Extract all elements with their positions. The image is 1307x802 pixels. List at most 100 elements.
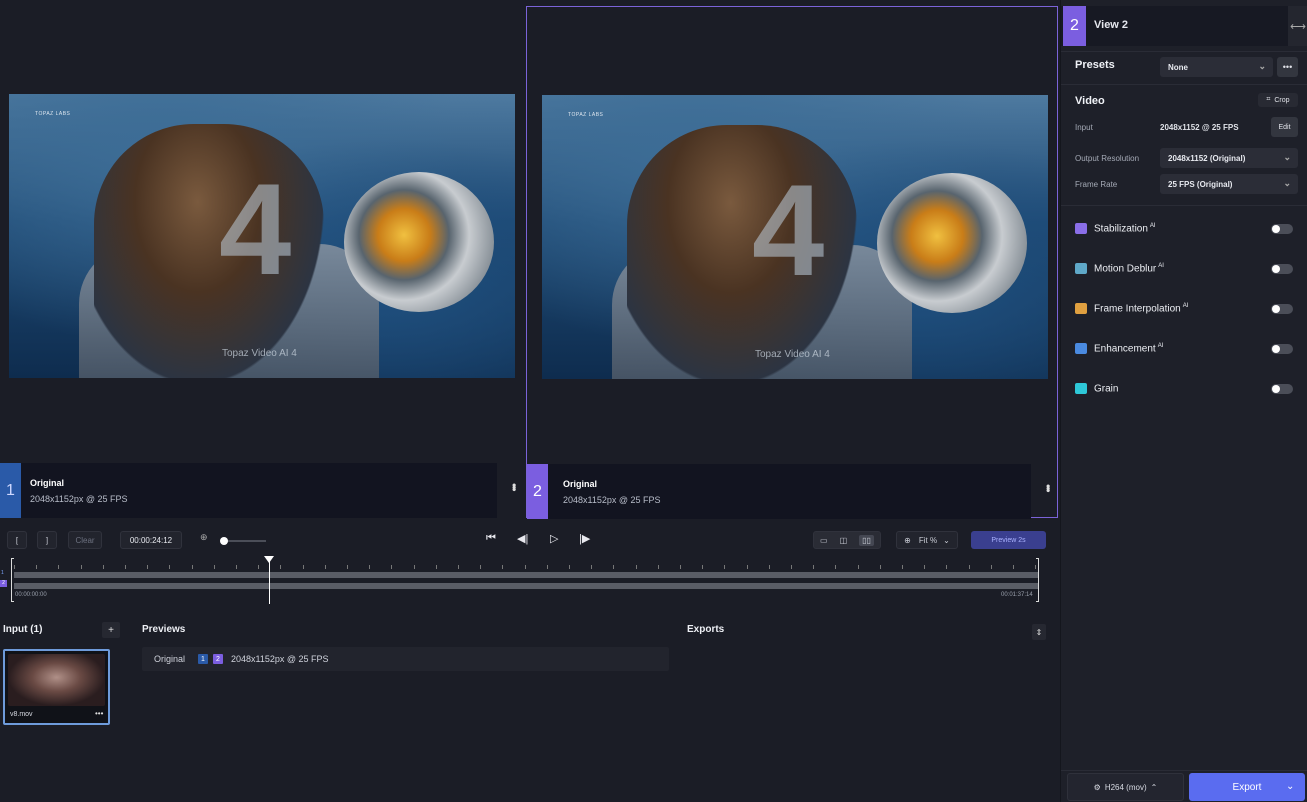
frame-watermark: Topaz Video AI 4 (222, 348, 297, 359)
timeline-tick (813, 565, 815, 569)
frame-brand: TOPAZ LABS (568, 112, 604, 118)
input-pane: Input (1) + v8.mov ••• (0, 613, 129, 802)
add-input-button[interactable]: + (102, 622, 120, 638)
timeline-tick (435, 565, 437, 569)
crop-button[interactable]: ⌗ Crop (1258, 93, 1298, 107)
single-view-icon[interactable]: ▭ (820, 536, 828, 545)
viewer-badge: 1 (0, 463, 21, 518)
viewer-subtitle: 2048x1152px @ 25 FPS (563, 495, 661, 505)
divider (1061, 51, 1307, 52)
feature-icon (1075, 343, 1087, 354)
divider (1061, 205, 1307, 206)
timeline-tick (746, 565, 748, 569)
timeline-tick (480, 565, 482, 569)
fit-zoom-select[interactable]: ⊕ Fit % ⌄ (896, 531, 958, 549)
toggle-row[interactable]: Frame Interpolation AI (1075, 301, 1297, 317)
frame-helmet (344, 172, 494, 312)
zoom-slider-track[interactable] (222, 540, 266, 542)
viewer-1[interactable]: TOPAZ LABS 4 Topaz Video AI 4 1 Original… (0, 6, 525, 518)
preview-button[interactable]: Preview 2s (971, 531, 1046, 549)
side-by-side-icon[interactable]: ▯▯ (859, 534, 874, 546)
exports-pane: Exports ⇕ (677, 613, 1058, 802)
input-label: Input (1075, 123, 1093, 132)
previews-pane: Previews (132, 613, 674, 802)
clear-button[interactable]: Clear (68, 531, 102, 549)
mark-out-button[interactable]: ] (37, 531, 57, 549)
timeline-tick (791, 565, 792, 569)
timeline-end-time: 00:01:37:14 (1001, 592, 1033, 598)
thumbnail-image (8, 654, 105, 706)
skip-start-icon[interactable]: ⏮ (486, 532, 496, 545)
presets-select[interactable]: None ⌄ (1160, 57, 1273, 77)
timeline-start-time: 00:00:00:00 (15, 592, 47, 598)
timeline-tick (236, 565, 237, 569)
step-back-icon[interactable]: ◀| (517, 532, 528, 545)
thumbnail-more-icon[interactable]: ••• (95, 709, 103, 718)
track-1[interactable] (14, 572, 1038, 578)
view-mode-group: ▭ ◫ ▯▯ (813, 531, 881, 549)
export-sort-icon[interactable]: ⇕ (1032, 624, 1046, 640)
timeline-tick (924, 565, 926, 569)
toggle-row[interactable]: Grain (1075, 381, 1297, 397)
timeline-tick (280, 565, 282, 569)
playhead[interactable] (269, 558, 270, 604)
timeline-tick (680, 565, 681, 569)
video-frame-1[interactable]: TOPAZ LABS 4 Topaz Video AI 4 (9, 94, 515, 378)
expand-icon[interactable]: ⟷ (1288, 6, 1307, 46)
export-chevron-icon[interactable]: ⌄ (1286, 781, 1294, 792)
timeline-tick (702, 565, 704, 569)
timeline-tick (569, 565, 570, 569)
exports-pane-title: Exports (687, 624, 725, 635)
track-2[interactable] (14, 583, 1038, 589)
timeline-tick (80, 565, 82, 569)
feature-toggle-switch[interactable] (1271, 264, 1293, 274)
frame-big-number: 4 (219, 156, 292, 302)
play-icon[interactable]: ▷ (550, 532, 558, 545)
timeline-tick (369, 565, 371, 569)
frame-rate-select[interactable]: 25 FPS (Original) ⌄ (1160, 174, 1298, 194)
feature-label: Enhancement AI (1094, 343, 1164, 355)
toggle-row[interactable]: Stabilization AI (1075, 221, 1297, 237)
feature-toggle-switch[interactable] (1271, 304, 1293, 314)
timeline-tick (857, 565, 859, 569)
timeline-tick (191, 565, 193, 569)
toggle-row[interactable]: Enhancement AI (1075, 341, 1297, 357)
viewer-2[interactable]: TOPAZ LABS 4 Topaz Video AI 4 2 Original… (526, 6, 1058, 519)
ai-badge: AI (1182, 303, 1189, 309)
timeline-tick (14, 565, 15, 569)
timecode-field[interactable]: 00:00:24:12 (120, 531, 182, 549)
viewer-more-icon[interactable]: ••• (507, 483, 521, 490)
input-thumbnail[interactable]: v8.mov ••• (3, 649, 110, 725)
timeline-out-bracket[interactable] (1036, 558, 1039, 602)
timeline-tick (391, 565, 393, 569)
playhead-handle[interactable] (264, 556, 274, 563)
divider (1061, 84, 1307, 85)
timeline[interactable]: 1 2 00:00:00:00 00:01:37:14 (0, 556, 1058, 608)
mark-in-button[interactable]: [ (7, 531, 27, 549)
edit-button[interactable]: Edit (1271, 117, 1298, 137)
feature-toggle-switch[interactable] (1271, 384, 1293, 394)
viewer-more-icon[interactable]: ••• (1041, 484, 1055, 491)
zoom-slider-knob[interactable] (220, 537, 228, 545)
input-value: 2048x1152 @ 25 FPS (1160, 123, 1239, 132)
chevron-down-icon: ⌄ (1258, 61, 1266, 71)
presets-more-icon[interactable]: ••• (1277, 57, 1298, 77)
output-resolution-select[interactable]: 2048x1152 (Original) ⌄ (1160, 148, 1298, 168)
video-frame-2[interactable]: TOPAZ LABS 4 Topaz Video AI 4 (542, 95, 1048, 379)
feature-toggle-switch[interactable] (1271, 224, 1293, 234)
timeline-tick (946, 565, 948, 569)
timeline-tick (258, 565, 260, 569)
frame-brand: TOPAZ LABS (35, 111, 71, 117)
timeline-tick (169, 565, 171, 569)
view-header-title: View 2 (1094, 19, 1129, 31)
crop-label: Crop (1274, 96, 1290, 104)
preview-row[interactable]: Original 1 2 2048x1152px @ 25 FPS (142, 647, 669, 671)
split-view-icon[interactable]: ◫ (840, 536, 848, 545)
feature-toggle-switch[interactable] (1271, 344, 1293, 354)
toggle-row[interactable]: Motion Deblur AI (1075, 261, 1297, 277)
viewer-title: Original (30, 478, 65, 488)
ai-badge: AI (1158, 263, 1164, 269)
feature-label: Motion Deblur AI (1094, 263, 1164, 275)
format-select[interactable]: ⚙ H264 (mov) ⌃ (1067, 773, 1184, 801)
step-forward-icon[interactable]: |▶ (579, 532, 590, 545)
